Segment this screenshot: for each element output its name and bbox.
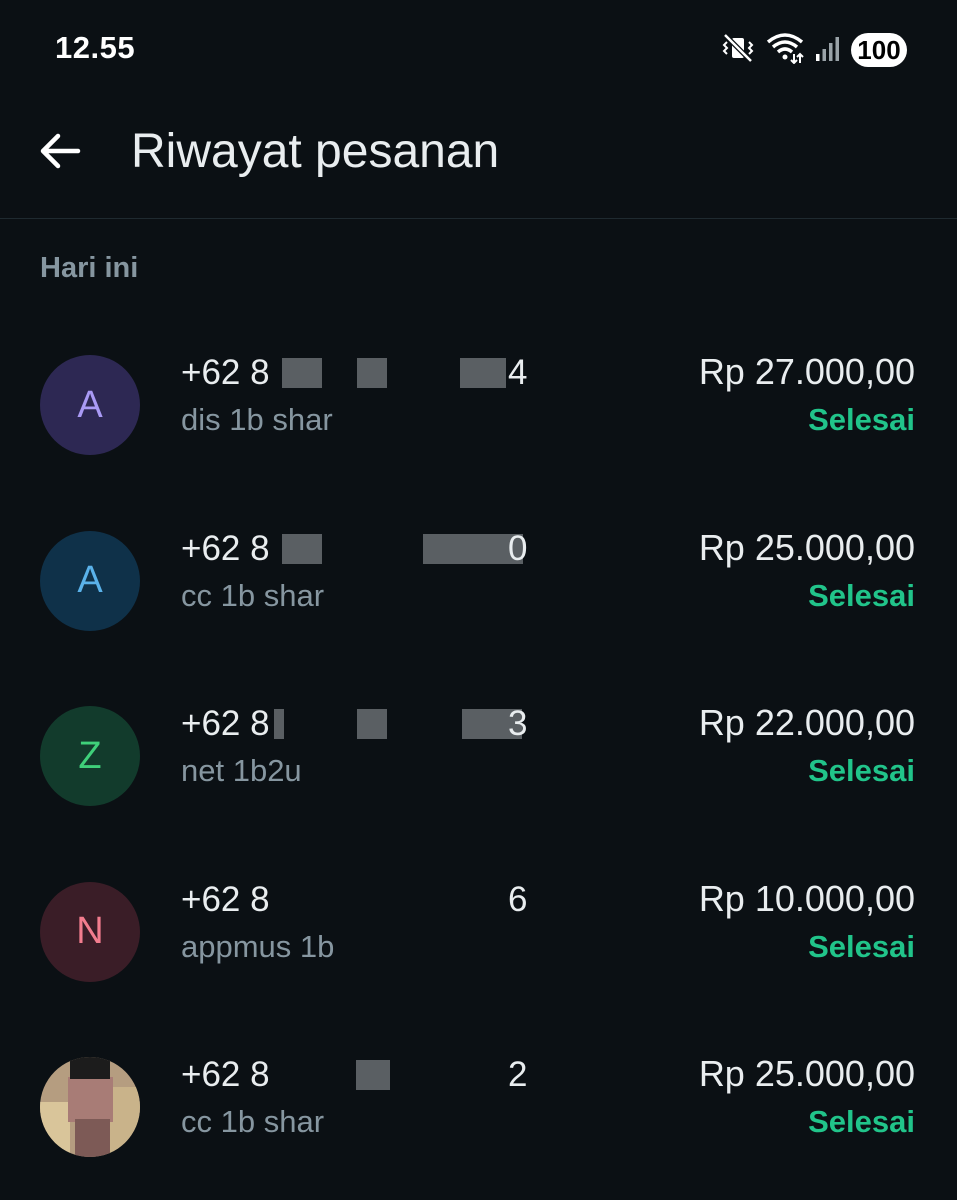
redaction-block — [282, 358, 322, 388]
product-name: cc 1b shar — [181, 577, 325, 613]
section-label-today: Hari ini — [40, 252, 139, 284]
status-time: 12.55 — [55, 30, 136, 65]
page-title: Riwayat pesanan — [131, 125, 500, 178]
customer-phone: +62 8 — [181, 879, 270, 919]
signal-icon — [815, 32, 841, 69]
customer-phone: +62 8 — [181, 528, 270, 568]
redaction-block — [357, 358, 387, 388]
redaction-block — [274, 709, 284, 739]
product-name: dis 1b shar — [181, 402, 333, 437]
order-amount: Rp 22.000,00 — [698, 702, 915, 743]
vibrate-mute-icon — [721, 32, 755, 69]
avatar: A — [40, 355, 140, 455]
order-row[interactable]: N +62 8 6 appmus 1b Rp 10.000,00 Selesai — [0, 847, 957, 1023]
customer-phone: +62 8 — [181, 353, 270, 392]
customer-phone-suffix: 4 — [508, 353, 528, 392]
avatar-letter: N — [76, 910, 104, 952]
avatar-letter: A — [77, 383, 103, 426]
status-badge: Selesai — [808, 1104, 915, 1139]
redaction-block — [282, 533, 322, 564]
battery-indicator: 100 — [851, 33, 907, 67]
customer-phone-suffix: 0 — [508, 528, 528, 568]
product-name: cc 1b shar — [181, 1104, 325, 1139]
order-list: A +62 8 4 dis 1b shar Rp 27.000,00 Selesai A +6… — [0, 320, 957, 1198]
product-name: net 1b2u — [181, 753, 302, 788]
avatar: A — [40, 530, 140, 631]
redaction-block — [460, 358, 506, 388]
order-amount: Rp 10.000,00 — [698, 877, 915, 919]
customer-phone-suffix: 3 — [508, 704, 528, 743]
status-badge: Selesai — [808, 928, 915, 964]
redaction-block — [423, 533, 493, 564]
order-row[interactable]: A +62 8 4 dis 1b shar Rp 27.000,00 Selesai — [0, 320, 957, 496]
order-amount: Rp 25.000,00 — [698, 526, 915, 568]
wifi-icon — [765, 32, 805, 69]
avatar: N — [40, 881, 140, 982]
arrow-left-icon — [38, 131, 82, 176]
back-button[interactable] — [30, 123, 90, 183]
order-row[interactable]: A +62 8 0 cc 1b shar Rp 25.000,00 Selesai — [0, 496, 957, 672]
customer-phone-suffix: 6 — [508, 879, 528, 919]
status-bar: 12.55 100 — [0, 0, 957, 100]
redaction-block — [356, 1060, 390, 1090]
customer-phone: +62 8 — [181, 704, 270, 743]
status-badge: Selesai — [808, 577, 915, 613]
avatar-letter: Z — [78, 734, 102, 777]
order-amount: Rp 27.000,00 — [698, 351, 915, 392]
avatar-photo — [40, 1057, 140, 1157]
customer-phone: +62 8 — [181, 1055, 270, 1094]
order-amount: Rp 25.000,00 — [698, 1053, 915, 1094]
customer-phone-suffix: 2 — [508, 1055, 528, 1094]
order-row[interactable]: +62 8 2 cc 1b shar Rp 25.000,00 Selesai — [0, 1022, 957, 1198]
status-badge: Selesai — [808, 402, 915, 437]
status-badge: Selesai — [808, 753, 915, 788]
product-name: appmus 1b — [181, 928, 335, 964]
status-icons: 100 — [721, 30, 907, 70]
redaction-block — [357, 709, 387, 739]
app-bar: Riwayat pesanan — [0, 100, 957, 219]
avatar-letter: A — [77, 559, 103, 601]
avatar: Z — [40, 706, 140, 806]
order-row[interactable]: Z +62 8 3 net 1b2u Rp 22.000,00 Selesai — [0, 671, 957, 847]
avatar — [40, 1057, 140, 1157]
